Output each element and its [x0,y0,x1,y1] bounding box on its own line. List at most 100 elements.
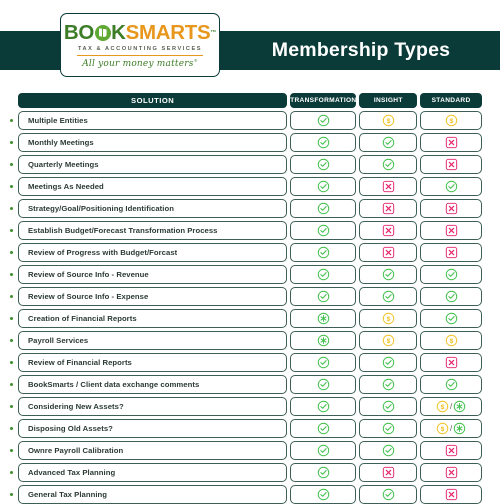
cell-transformation [290,111,357,130]
table-row: Quarterly Meetings [9,155,482,174]
svg-text:$: $ [449,338,453,345]
pink-cross-square-icon [445,356,458,369]
column-header-transformation: TRANSFORMATION [290,93,357,108]
yellow-dollar-circle-icon: $ [445,334,458,347]
green-check-circle-icon [317,290,330,303]
green-check-circle-icon [382,136,395,149]
cell-solution: Establish Budget/Forecast Transformation… [18,221,288,240]
cell-solution: Multiple Entities [18,111,288,130]
green-check-circle-icon [317,246,330,259]
green-check-circle-icon [445,268,458,281]
cell-standard [420,485,482,504]
table-row: BookSmarts / Client data exchange commen… [9,375,482,394]
row-bullet-icon [9,229,13,232]
green-check-circle-icon [317,378,330,391]
logo-trademark-icon: ™ [210,29,217,36]
logo-subtitle: TAX & ACCOUNTING SERVICES [77,45,203,52]
cell-solution: Disposing Old Assets? [18,419,288,438]
cell-transformation [290,243,357,262]
cell-standard [420,177,482,196]
green-check-circle-icon [445,290,458,303]
solution-label: Ownre Payroll Calibration [28,446,124,455]
green-asterisk-circle-icon [317,312,330,325]
cell-insight [359,397,418,416]
solution-label: BookSmarts / Client data exchange commen… [28,380,200,389]
column-header-standard: STANDARD [420,93,482,108]
row-bullet-icon [9,449,13,452]
cell-insight [359,353,418,372]
column-header-insight: INSIGHT [359,93,418,108]
yellow-dollar-circle-icon: $ [436,400,449,413]
table-row: Payroll Services $ $ [9,331,482,350]
table-row: Multiple Entities $ $ [9,111,482,130]
pink-cross-square-icon [445,444,458,457]
green-check-circle-icon [382,356,395,369]
solution-label: Payroll Services [28,336,89,345]
pink-cross-square-icon [445,224,458,237]
solution-label: Strategy/Goal/Positioning Identification [28,204,174,213]
pink-cross-square-icon [445,488,458,501]
pink-cross-square-icon [382,180,395,193]
row-bullet-icon [9,383,13,386]
row-bullet-icon [9,317,13,320]
green-check-circle-icon [317,202,330,215]
cell-solution: Quarterly Meetings [18,155,288,174]
cell-solution: Review of Source Info - Expense [18,287,288,306]
table-row: Review of Progress with Budget/Forcast [9,243,482,262]
membership-comparison-table: SOLUTION TRANSFORMATION INSIGHT STANDARD… [9,93,482,504]
green-check-circle-icon [382,444,395,457]
cell-insight [359,199,418,218]
cell-insight [359,419,418,438]
row-bullet-icon [9,405,13,408]
cell-solution: Review of Progress with Budget/Forcast [18,243,288,262]
row-bullet-icon [9,119,13,122]
table-row: Disposing Old Assets? $ / [9,419,482,438]
green-check-circle-icon [317,356,330,369]
green-check-circle-icon [382,290,395,303]
cell-solution: Creation of Financial Reports [18,309,288,328]
cell-insight [359,265,418,284]
table-row: Meetings As Needed [9,177,482,196]
green-check-circle-icon [317,422,330,435]
cell-solution: Monthly Meetings [18,133,288,152]
cell-insight [359,485,418,504]
logo-tagline: All your money matters® [82,58,198,69]
cell-solution: Ownre Payroll Calibration [18,441,288,460]
cell-transformation [290,177,357,196]
yellow-dollar-circle-icon: $ [382,114,395,127]
table-row: Review of Source Info - Revenue [9,265,482,284]
cell-standard [420,265,482,284]
solution-label: Review of Financial Reports [28,358,132,367]
solution-label: Advanced Tax Planning [28,468,116,477]
logo-tagline-text: All your money matters [82,58,194,69]
solution-label: Considering New Assets? [28,402,124,411]
green-check-circle-icon [382,268,395,281]
green-asterisk-circle-icon [453,400,466,413]
green-asterisk-circle-icon [453,422,466,435]
table-row: Monthly Meetings [9,133,482,152]
row-bullet-icon [9,141,13,144]
cell-solution: General Tax Planning [18,485,288,504]
logo-divider [77,54,203,56]
dollar-or-asterisk-combo-icon: $ / [436,422,466,435]
solution-label: Disposing Old Assets? [28,424,113,433]
row-bullet-icon [9,273,13,276]
green-check-circle-icon [445,312,458,325]
logo-wordmark: BO K SMARTS ™ [64,20,217,44]
logo-text-k: K [111,20,126,44]
solution-label: Quarterly Meetings [28,160,99,169]
dollar-or-asterisk-combo-icon: $ / [436,400,466,413]
row-bullet-icon [9,295,13,298]
green-check-circle-icon [382,158,395,171]
booksmarts-logo: BO K SMARTS ™ TAX & ACCOUNTING SERVICES … [60,13,220,77]
green-check-circle-icon [317,224,330,237]
cell-insight [359,287,418,306]
green-check-circle-icon [382,422,395,435]
cell-solution: Review of Source Info - Revenue [18,265,288,284]
cell-transformation [290,463,357,482]
cell-transformation [290,221,357,240]
pink-cross-square-icon [445,136,458,149]
cell-standard [420,441,482,460]
yellow-dollar-circle-icon: $ [445,114,458,127]
row-bullet-icon [9,207,13,210]
